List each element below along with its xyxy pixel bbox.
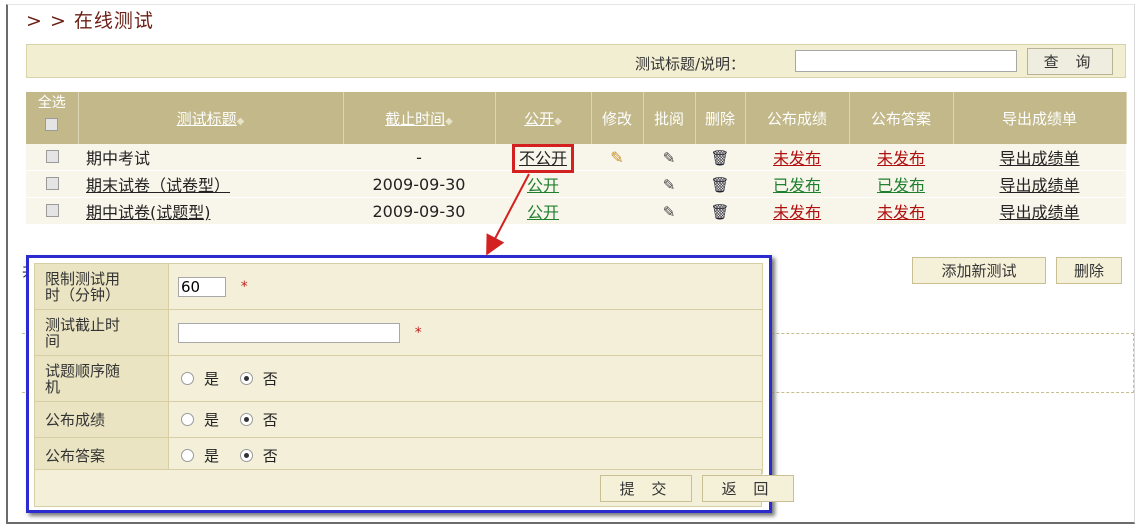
public-toggle-link[interactable]: 不公开 [511,144,575,173]
publish-scores-header: 公布成绩 [745,92,850,144]
edit-cell [591,170,643,198]
form-row: 限制测试用时（分钟） * [34,263,763,310]
search-input[interactable] [795,50,1017,72]
yes-label: 是 [204,411,220,429]
delete-button[interactable]: 删除 [1056,257,1122,284]
trash-icon[interactable]: 🗑 [710,203,729,221]
public-toggle-link[interactable]: 公开 [527,176,559,195]
search-bar: 测试标题/说明： 查 询 [26,44,1126,78]
grade-header: 批阅 [643,92,696,144]
page-title: > > 在线测试 [26,10,154,32]
random-no-radio[interactable] [239,372,253,385]
answers-yes-radio[interactable] [181,449,194,462]
publish-scores-link[interactable]: 未发布 [773,203,821,222]
required-mark: * [414,325,422,341]
trash-icon[interactable]: 🗑 [710,149,729,167]
publish-answers-header: 公布答案 [849,92,954,144]
publish-scores-label: 公布成绩 [34,401,169,438]
random-yes-radio[interactable] [181,372,194,385]
publish-scores-link[interactable]: 未发布 [773,149,821,168]
test-list-table: 全选 测试标题◆ 截止时间◆ 公开◆ 修改 批阅 删除 公布成绩 公布答案 导出… [26,92,1127,225]
public-header-label: 公开 [524,109,555,128]
form-footer: 提 交 返 回 [34,469,794,507]
test-title[interactable]: 期中试卷(试题型) [86,203,211,222]
random-order-label: 试题顺序随机 [34,355,169,402]
yes-label: 是 [204,447,220,465]
query-button[interactable]: 查 询 [1027,48,1113,75]
select-all-header: 全选 [26,92,79,144]
export-link[interactable]: 导出成绩单 [999,149,1079,168]
scores-yes-radio[interactable] [181,413,194,426]
clipboard-icon[interactable]: ✎ [663,176,676,194]
scores-no-radio[interactable] [239,413,253,426]
deadline-input[interactable] [178,322,400,343]
deadline-label: 测试截止时间 [34,309,169,356]
form-row: 公布成绩 是 否 [34,401,763,438]
test-settings-form: 限制测试用时（分钟） * 测试截止时间 * 试题顺序随机 是 否 公布成绩 是 [34,263,763,474]
deadline-header[interactable]: 截止时间◆ [343,92,496,144]
publish-scores-link[interactable]: 已发布 [773,176,821,195]
settings-callout: 限制测试用时（分钟） * 测试截止时间 * 试题顺序随机 是 否 公布成绩 是 [26,255,794,513]
back-button[interactable]: 返 回 [702,475,794,502]
time-limit-label: 限制测试用时（分钟） [34,263,169,310]
export-link[interactable]: 导出成绩单 [999,176,1079,195]
publish-answers-link[interactable]: 已发布 [877,176,925,195]
title-header[interactable]: 测试标题◆ [78,92,344,144]
time-limit-input[interactable] [178,276,226,297]
publish-answers-link[interactable]: 未发布 [877,149,925,168]
pencil-icon[interactable]: ✎ [610,148,623,167]
deadline-cell: - [343,144,495,171]
export-header: 导出成绩单 [953,92,1127,144]
row-checkbox[interactable] [45,203,59,217]
row-checkbox[interactable] [45,176,59,190]
required-mark: * [240,279,248,295]
title-header-label: 测试标题 [176,109,237,128]
yes-label: 是 [204,370,220,388]
no-label: 否 [262,447,278,465]
trash-icon[interactable]: 🗑 [710,176,729,194]
select-all-label: 全选 [37,94,66,111]
sort-arrows-icon: ◆ [236,115,245,127]
no-label: 否 [262,411,278,429]
answers-no-radio[interactable] [239,449,253,462]
form-row: 测试截止时间 * [34,309,763,356]
export-link[interactable]: 导出成绩单 [999,203,1079,222]
sort-arrows-icon: ◆ [445,115,453,127]
clipboard-icon[interactable]: ✎ [663,149,676,167]
public-toggle-link[interactable]: 公开 [527,203,559,222]
form-row: 试题顺序随机 是 否 [34,355,763,402]
public-header[interactable]: 公开◆ [495,92,592,144]
deadline-header-label: 截止时间 [385,109,446,128]
table-row: 期末试卷（试卷型） 2009-09-30 公开 ✎ 🗑 已发布 已发布 导出成绩… [26,170,1126,198]
clipboard-icon[interactable]: ✎ [663,203,676,221]
deadline-cell: 2009-09-30 [343,170,495,198]
publish-answers-link[interactable]: 未发布 [877,203,925,222]
delete-header: 删除 [695,92,746,144]
table-row: 期中考试 - 不公开 ✎ ✎ 🗑 未发布 未发布 导出成绩单 [26,144,1126,173]
row-checkbox[interactable] [45,149,59,163]
submit-button[interactable]: 提 交 [600,475,692,502]
search-label: 测试标题/说明： [635,55,746,73]
select-all-checkbox[interactable] [45,117,59,131]
test-title: 期中考试 [86,149,151,168]
sort-arrows-icon: ◆ [554,115,562,127]
edit-cell [591,197,643,225]
add-test-button[interactable]: 添加新测试 [912,257,1046,284]
test-title[interactable]: 期末试卷（试卷型） [86,176,230,195]
table-row: 期中试卷(试题型) 2009-09-30 公开 ✎ 🗑 未发布 未发布 导出成绩… [26,197,1126,225]
no-label: 否 [262,370,278,388]
deadline-cell: 2009-09-30 [343,197,495,225]
edit-header: 修改 [591,92,644,144]
